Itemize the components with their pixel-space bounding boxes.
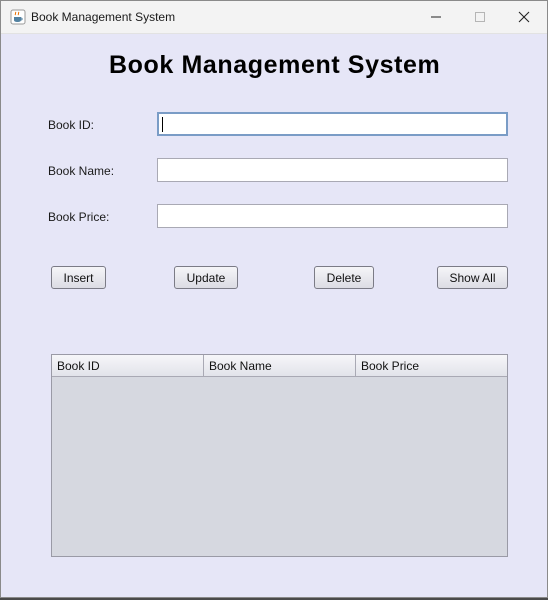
book-price-label: Book Price: bbox=[48, 210, 110, 224]
book-id-field[interactable] bbox=[157, 112, 508, 136]
maximize-button[interactable] bbox=[457, 1, 503, 34]
window-title: Book Management System bbox=[31, 10, 176, 24]
column-header-book-name[interactable]: Book Name bbox=[204, 355, 356, 376]
close-button[interactable] bbox=[501, 1, 547, 34]
book-id-label: Book ID: bbox=[48, 118, 95, 132]
update-button[interactable]: Update bbox=[174, 266, 238, 289]
app-window: Book Management System Book Management S… bbox=[0, 0, 548, 598]
books-table[interactable]: Book ID Book Name Book Price bbox=[51, 354, 508, 557]
delete-button[interactable]: Delete bbox=[314, 266, 374, 289]
book-name-label: Book Name: bbox=[48, 164, 115, 178]
table-body[interactable] bbox=[52, 377, 507, 556]
maximize-icon bbox=[475, 12, 485, 22]
book-name-field[interactable] bbox=[157, 158, 508, 182]
minimize-icon bbox=[431, 16, 441, 18]
page-title: Book Management System bbox=[109, 51, 441, 79]
java-cup-icon bbox=[10, 9, 26, 25]
title-bar[interactable]: Book Management System bbox=[1, 1, 547, 34]
insert-button[interactable]: Insert bbox=[51, 266, 106, 289]
close-icon bbox=[518, 11, 530, 23]
minimize-button[interactable] bbox=[413, 1, 459, 34]
show-all-button[interactable]: Show All bbox=[437, 266, 508, 289]
column-header-book-id[interactable]: Book ID bbox=[52, 355, 204, 376]
column-header-book-price[interactable]: Book Price bbox=[356, 355, 507, 376]
text-caret bbox=[162, 117, 163, 132]
table-header: Book ID Book Name Book Price bbox=[52, 355, 507, 377]
book-price-field[interactable] bbox=[157, 204, 508, 228]
